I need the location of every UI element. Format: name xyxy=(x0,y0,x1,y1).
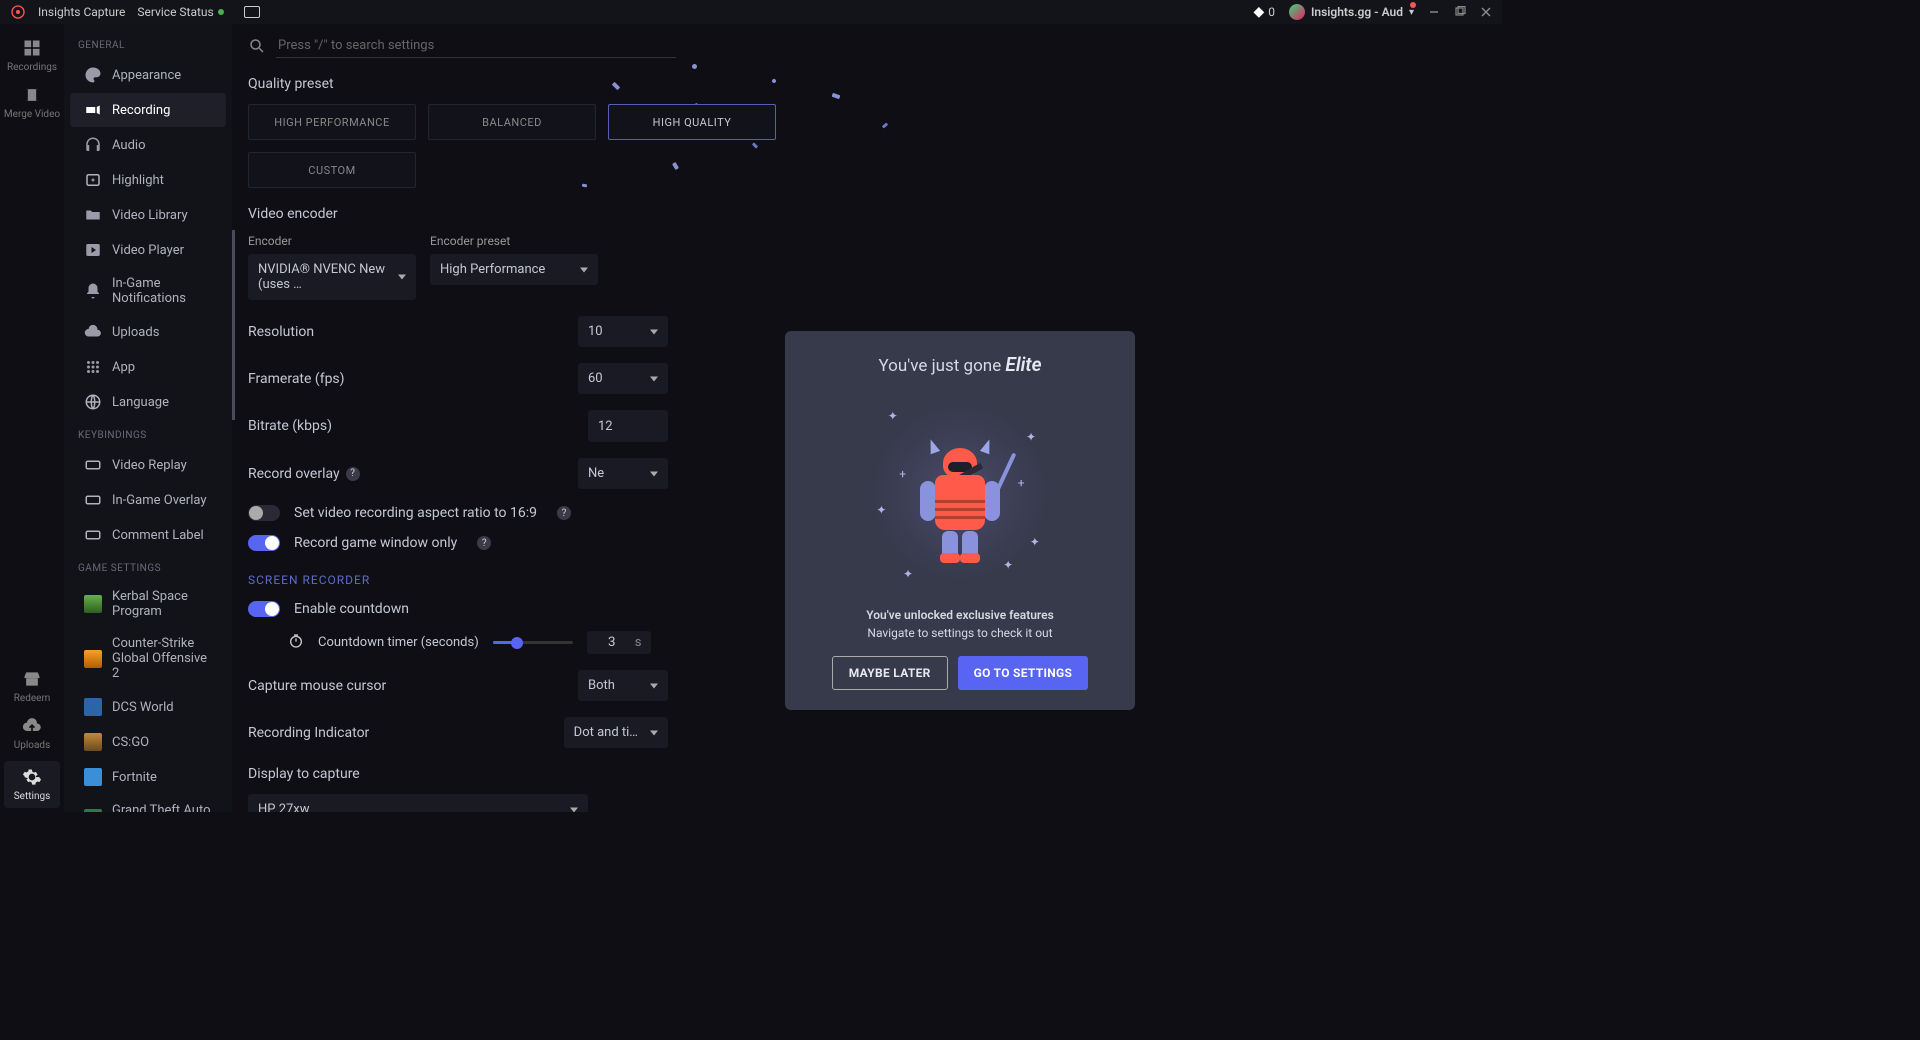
modal-title: You've just gone Elite xyxy=(807,353,1113,376)
modal-backdrop: You've just gone Elite ✦ ✦ ✦ ✦ ✦ ✦ + + xyxy=(0,0,1920,1040)
elite-modal: You've just gone Elite ✦ ✦ ✦ ✦ ✦ ✦ + + xyxy=(785,331,1135,710)
modal-illustration: ✦ ✦ ✦ ✦ ✦ ✦ + + xyxy=(865,388,1055,598)
modal-subtitle-2: Navigate to settings to check it out xyxy=(807,626,1113,640)
modal-subtitle-1: You've unlocked exclusive features xyxy=(807,608,1113,622)
go-to-settings-button[interactable]: GO TO SETTINGS xyxy=(958,656,1089,690)
maybe-later-button[interactable]: MAYBE LATER xyxy=(832,656,948,690)
